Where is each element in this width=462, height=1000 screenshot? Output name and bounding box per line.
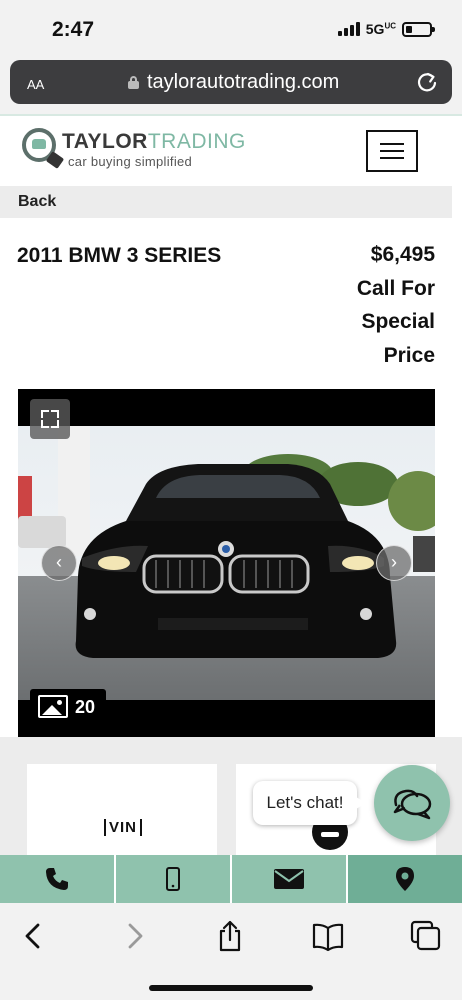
directions-button[interactable]	[348, 855, 462, 903]
back-link[interactable]: Back	[18, 193, 56, 211]
next-photo-button[interactable]: ›	[376, 545, 412, 581]
photo-count: 20	[75, 697, 96, 717]
back-arrow-icon[interactable]	[17, 919, 51, 953]
lock-icon	[128, 76, 139, 89]
forward-arrow-icon[interactable]	[117, 919, 151, 953]
vehicle-photo[interactable]	[18, 426, 435, 700]
chat-icon	[393, 789, 432, 820]
vin-icon: VIN	[104, 819, 143, 836]
vin-card[interactable]: VIN	[27, 764, 217, 855]
browser-address-area: AA taylorautotrading.com	[0, 56, 462, 114]
vehicle-title: 2011 BMW 3 SERIES	[17, 244, 222, 267]
photo-count-badge[interactable]: 20	[30, 689, 106, 725]
bookmarks-icon[interactable]	[311, 919, 345, 953]
status-bar: 2:47 5GUC	[0, 0, 462, 56]
image-icon	[38, 695, 68, 718]
hamburger-menu-button[interactable]	[366, 130, 418, 172]
logo-title: TAYLORTRADING	[62, 130, 246, 153]
browser-toolbar	[0, 903, 462, 1000]
text-size-button[interactable]: AA	[27, 73, 44, 94]
reload-icon[interactable]	[416, 71, 438, 93]
url-text[interactable]: taylorautotrading.com	[147, 71, 339, 94]
call-button[interactable]	[0, 855, 114, 903]
previous-photo-button[interactable]: ‹	[41, 545, 77, 581]
site-header: TAYLORTRADING car buying simplified	[0, 114, 462, 186]
back-bar: Back	[0, 186, 452, 218]
home-indicator	[149, 985, 313, 991]
status-time: 2:47	[52, 18, 95, 41]
chat-prompt[interactable]: Let's chat!	[253, 781, 366, 825]
logo-tagline: car buying simplified	[68, 154, 193, 169]
price-note-line: Special	[361, 310, 435, 333]
tabs-icon[interactable]	[409, 919, 443, 953]
chat-button[interactable]	[374, 765, 450, 841]
email-icon	[274, 869, 304, 889]
address-bar[interactable]: AA taylorautotrading.com	[10, 60, 452, 104]
email-button[interactable]	[232, 855, 346, 903]
battery-icon	[402, 21, 435, 37]
photo-gallery[interactable]: ‹ › 20	[18, 389, 435, 737]
vehicle-price: $6,495	[370, 243, 435, 266]
text-button[interactable]	[116, 855, 230, 903]
price-block: $6,495 Call For Special Price	[357, 238, 435, 372]
price-note-line: Price	[383, 343, 435, 367]
network-label: 5GUC	[365, 21, 396, 37]
fullscreen-button[interactable]	[30, 399, 70, 439]
mobile-icon	[166, 867, 180, 891]
location-pin-icon	[396, 867, 414, 891]
phone-icon	[46, 868, 68, 890]
status-indicators: 5GUC	[337, 21, 435, 37]
cell-signal-icon	[337, 22, 360, 36]
site-logo[interactable]: TAYLORTRADING car buying simplified	[20, 126, 245, 174]
contact-bar	[0, 855, 462, 903]
price-note-line: Call For	[356, 276, 435, 300]
share-icon[interactable]	[213, 919, 247, 953]
